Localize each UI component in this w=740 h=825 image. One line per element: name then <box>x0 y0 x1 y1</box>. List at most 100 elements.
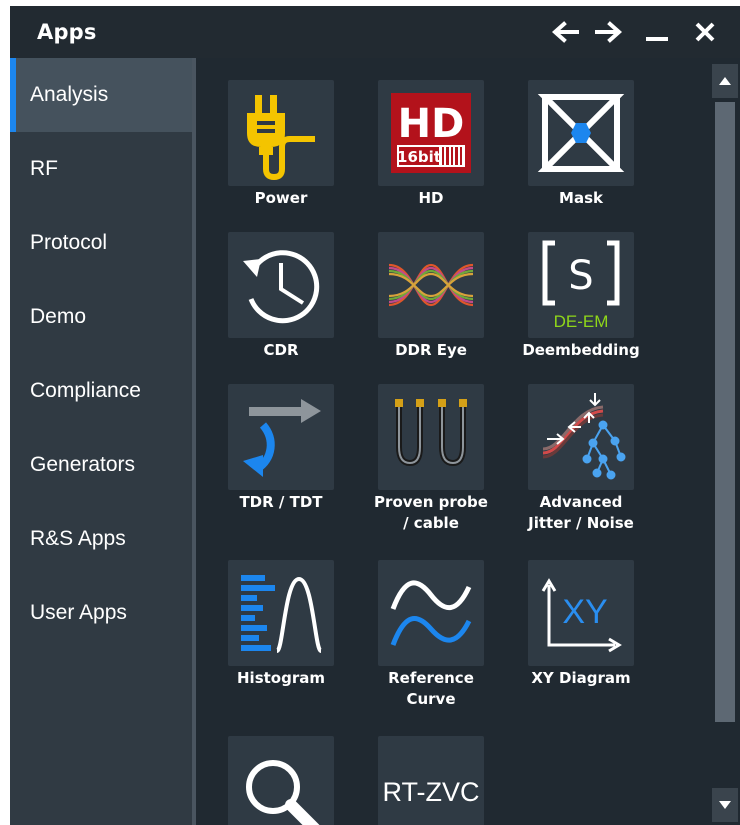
app-tile <box>528 80 634 186</box>
app-hd[interactable]: HD 16bit HD <box>356 80 506 210</box>
forward-button[interactable] <box>592 16 626 48</box>
app-tile: S DE-EM <box>528 232 634 338</box>
app-tile <box>378 384 484 490</box>
sidebar-item-compliance[interactable]: Compliance <box>10 354 192 428</box>
app-label-line1: Advanced <box>539 493 623 511</box>
app-tile <box>528 384 634 490</box>
histogram-icon <box>241 575 323 653</box>
scroll-down-button[interactable] <box>712 788 738 822</box>
app-label-line2: Jitter / Noise <box>528 514 634 532</box>
sidebar-item-label: RF <box>30 157 58 180</box>
arrow-left-icon <box>551 21 579 43</box>
app-label: DDR Eye <box>395 341 467 359</box>
hd-icon-text: HD <box>398 101 465 147</box>
scroll-up-button[interactable] <box>712 64 738 98</box>
sidebar-item-demo[interactable]: Demo <box>10 280 192 354</box>
app-label: Mask <box>559 189 603 207</box>
app-ddr-eye[interactable]: DDR Eye <box>356 232 506 362</box>
hd-16bit-icon: HD 16bit <box>391 93 471 173</box>
category-sidebar: Analysis RF Protocol Demo Compliance Gen… <box>10 58 192 825</box>
probe-cable-icon <box>395 399 467 467</box>
app-label: Advanced Jitter / Noise <box>506 492 656 534</box>
close-button[interactable] <box>688 16 722 48</box>
app-label: CDR <box>263 341 299 359</box>
xy-icon-text: XY <box>562 593 607 631</box>
scrollbar-thumb[interactable] <box>715 102 735 722</box>
sidebar-item-generators[interactable]: Generators <box>10 428 192 502</box>
apps-grid: Power HD 16bit HD Mask CDR DDR Eye S DE-… <box>196 58 709 825</box>
app-zoom[interactable] <box>206 736 356 825</box>
power-plug-icon <box>247 95 315 181</box>
app-deembedding[interactable]: S DE-EM Deembedding <box>506 232 656 362</box>
app-label: TDR / TDT <box>239 493 323 511</box>
sidebar-item-user-apps[interactable]: User Apps <box>10 576 192 650</box>
apps-window: Apps Analysis RF Protocol Demo Complianc <box>10 6 740 825</box>
app-rt-zvc[interactable]: RT-ZVC <box>356 736 506 825</box>
sidebar-item-rf[interactable]: RF <box>10 132 192 206</box>
app-tile <box>228 560 334 666</box>
app-tdr-tdt[interactable]: TDR / TDT <box>206 384 356 540</box>
sidebar-item-analysis[interactable]: Analysis <box>10 58 192 132</box>
app-reference-curve[interactable]: Reference Curve <box>356 560 506 716</box>
app-label: Deembedding <box>522 341 640 359</box>
app-tile <box>378 232 484 338</box>
app-xy-diagram[interactable]: XY XY Diagram <box>506 560 656 716</box>
mask-icon <box>537 94 625 172</box>
hd-icon-subtext: 16bit <box>397 148 441 166</box>
deem-icon-subtext: DE-EM <box>554 312 609 331</box>
app-label: Proven probe / cable <box>356 492 506 534</box>
title-bar: Apps <box>10 6 740 58</box>
app-tile <box>228 736 334 825</box>
app-advanced-jitter-noise[interactable]: Advanced Jitter / Noise <box>506 384 656 540</box>
minimize-button[interactable] <box>640 16 674 48</box>
scroll-down-icon <box>719 801 731 809</box>
arrow-right-icon <box>595 21 623 43</box>
window-title: Apps <box>37 20 97 44</box>
sidebar-item-label: Analysis <box>30 83 109 106</box>
app-label: Histogram <box>237 669 325 687</box>
app-tile <box>228 232 334 338</box>
app-label: Power <box>254 189 308 207</box>
sidebar-item-label: Demo <box>30 305 87 328</box>
app-tile: RT-ZVC <box>378 736 484 825</box>
reference-curve-icon <box>390 580 472 646</box>
app-label: HD <box>418 189 444 207</box>
app-mask[interactable]: Mask <box>506 80 656 210</box>
app-tile: HD 16bit <box>378 80 484 186</box>
sidebar-item-label: Protocol <box>30 231 108 254</box>
back-button[interactable] <box>548 16 582 48</box>
sidebar-item-rs-apps[interactable]: R&S Apps <box>10 502 192 576</box>
app-proven-probe-cable[interactable]: Proven probe / cable <box>356 384 506 540</box>
app-cdr[interactable]: CDR <box>206 232 356 362</box>
vertical-scrollbar[interactable] <box>712 64 738 825</box>
sidebar-item-label: Compliance <box>30 379 141 402</box>
clock-recovery-icon <box>243 250 320 324</box>
scroll-up-icon <box>719 77 731 85</box>
app-label: Reference Curve <box>356 668 506 710</box>
app-label-line2: Curve <box>406 690 456 708</box>
sidebar-item-label: R&S Apps <box>30 527 126 550</box>
app-power[interactable]: Power <box>206 80 356 210</box>
sidebar-item-protocol[interactable]: Protocol <box>10 206 192 280</box>
app-label: XY Diagram <box>531 669 631 687</box>
app-tile <box>228 384 334 490</box>
app-histogram[interactable]: Histogram <box>206 560 356 716</box>
sidebar-item-label: User Apps <box>30 601 127 624</box>
rt-zvc-icon-text: RT-ZVC <box>383 777 479 807</box>
app-label-line1: Reference <box>388 669 474 687</box>
rt-zvc-icon: RT-ZVC <box>383 777 479 807</box>
app-tile <box>228 80 334 186</box>
deembedding-icon: S DE-EM <box>542 240 620 331</box>
app-label-line1: Proven probe <box>374 493 488 511</box>
minimize-icon <box>646 37 668 41</box>
app-tile: XY <box>528 560 634 666</box>
xy-diagram-icon: XY <box>541 578 622 653</box>
magnifier-icon <box>246 760 320 825</box>
app-tile <box>378 560 484 666</box>
eye-diagram-icon <box>388 263 474 307</box>
jitter-noise-icon <box>542 393 626 480</box>
tdr-tdt-icon <box>243 399 321 477</box>
sidebar-item-label: Generators <box>30 453 136 476</box>
app-label-line2: / cable <box>403 514 459 532</box>
deem-icon-text: S <box>568 253 593 299</box>
